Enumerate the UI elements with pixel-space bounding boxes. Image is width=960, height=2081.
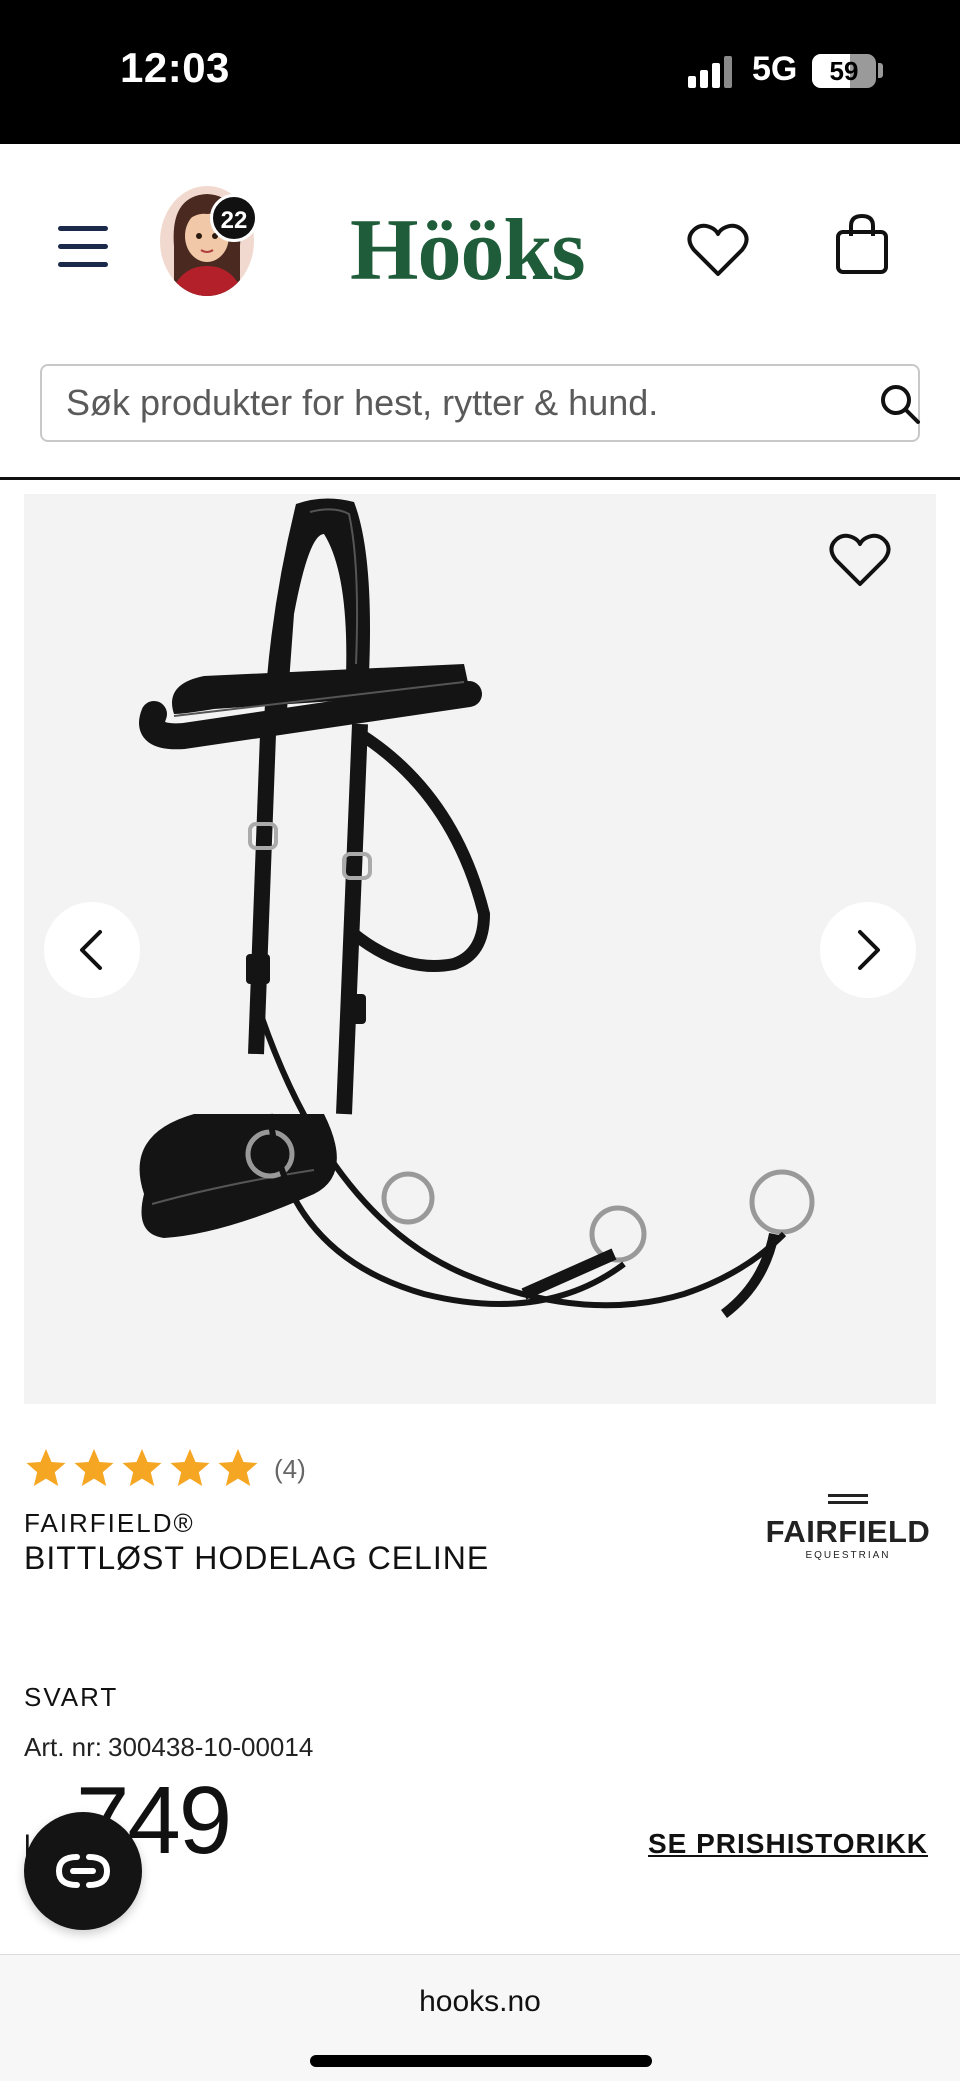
battery-icon: 59 <box>812 54 876 88</box>
site-logo[interactable]: Hööks <box>350 200 586 301</box>
review-count[interactable]: (4) <box>274 1454 306 1485</box>
shopping-bag-icon[interactable] <box>832 212 892 276</box>
carousel-prev-button[interactable] <box>44 902 140 998</box>
site-header: 22 Hööks <box>0 144 960 480</box>
brand-name[interactable]: FAIRFIELD® <box>24 1508 195 1539</box>
signal-bars-icon <box>688 56 732 88</box>
star-icon <box>170 1449 210 1486</box>
chevron-right-icon <box>858 930 880 970</box>
article-number: Art. nr: 300438-10-00014 <box>24 1732 313 1763</box>
battery-tip <box>878 63 883 78</box>
article-number-value: 300438-10-00014 <box>108 1732 314 1762</box>
status-time: 12:03 <box>120 44 230 91</box>
heart-icon[interactable] <box>686 220 750 280</box>
url-label[interactable]: hooks.no <box>0 1985 960 2019</box>
brand-logo-subtitle: EQUESTRIAN <box>805 1550 891 1561</box>
search-input[interactable] <box>66 366 846 440</box>
hamburger-menu-icon[interactable] <box>56 222 112 270</box>
chat-button[interactable] <box>24 1812 142 1930</box>
status-bar: 12:03 5G 59 <box>0 0 960 144</box>
product-title: BITTLØST HODELAG CELINE <box>24 1540 490 1576</box>
brand-logo-name: FAIRFIELD <box>765 1514 931 1549</box>
search-box <box>40 364 920 442</box>
notification-badge: 22 <box>210 194 258 242</box>
battery-level: 59 <box>829 56 859 86</box>
chevron-left-icon <box>80 930 102 970</box>
product-image-gallery[interactable] <box>24 494 936 1404</box>
search-icon[interactable] <box>878 382 922 426</box>
star-icon <box>74 1449 114 1486</box>
carousel-next-button[interactable] <box>820 902 916 998</box>
brand-logo-mark <box>828 1494 868 1510</box>
brand-logo[interactable]: FAIRFIELD EQUESTRIAN <box>760 1490 936 1570</box>
browser-address-bar[interactable]: hooks.no <box>0 1954 960 2081</box>
star-icon <box>26 1449 66 1486</box>
star-icon <box>218 1449 258 1486</box>
home-indicator[interactable] <box>310 2055 652 2067</box>
price-history-link[interactable]: SE PRISHISTORIKK <box>648 1828 928 1860</box>
favorite-heart-icon[interactable] <box>828 530 892 590</box>
star-icon <box>122 1449 162 1486</box>
product-variant: SVART <box>24 1682 119 1712</box>
chat-icon <box>55 1854 111 1888</box>
network-label: 5G <box>752 50 798 88</box>
product-photo <box>24 494 936 1404</box>
article-number-label: Art. nr: <box>24 1732 103 1762</box>
